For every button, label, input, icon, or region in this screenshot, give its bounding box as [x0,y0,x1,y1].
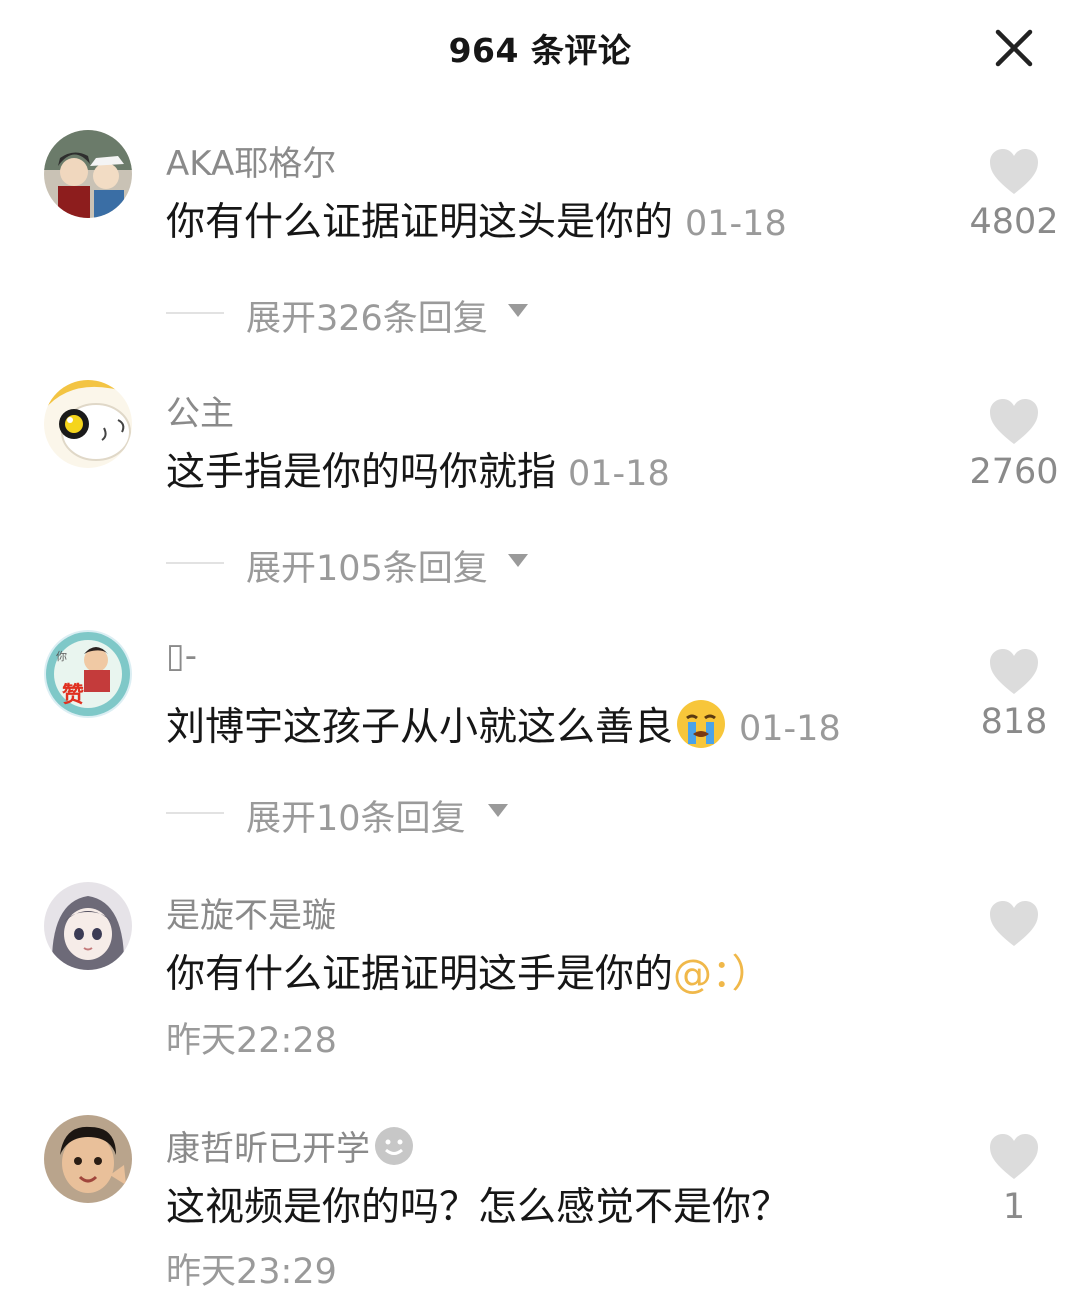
comment-time: 昨天23:29 [166,1252,337,1292]
avatar[interactable] [44,380,132,468]
avatar[interactable] [44,882,132,970]
expand-replies-label: 展开326条回复 [246,299,488,339]
crying-face-emoji-icon [675,698,727,750]
comment-text: 你有什么证据证明这手是你的@：） [166,950,771,1000]
comment-time: 01-18 [739,709,841,749]
comment-body: 你有什么证据证明这手是你的 [166,952,674,997]
username[interactable]: ▯- [166,636,197,676]
caret-down-icon [508,304,528,317]
username[interactable]: 公主 [166,386,234,435]
like-count: 2760 [969,452,1059,492]
comment-time: 01-18 [568,454,670,494]
mention-link[interactable]: @：） [673,952,771,997]
expand-replies-label: 展开105条回复 [246,549,488,589]
avatar[interactable]: 赞 你 [44,630,132,718]
like-button[interactable] [988,398,1040,446]
like-button[interactable] [988,648,1040,696]
heart-icon [990,649,1038,694]
comment-body: 你有什么证据证明这头是你的 [166,200,674,245]
comment-body: 这视频是你的吗？怎么感觉不是你？ [166,1185,791,1230]
close-button[interactable] [990,24,1038,72]
expand-replies-label: 展开10条回复 [246,799,466,839]
divider [166,562,224,564]
comment-time: 昨天22:28 [166,1021,337,1061]
smiling-face-emoji-icon [374,1126,414,1175]
close-icon [995,29,1033,67]
comments-header: 964 条评论 [0,0,1080,100]
comment-body: 刘博宇这孩子从小就这么善良 [166,705,674,750]
heart-icon [990,901,1038,946]
like-button[interactable] [988,1133,1040,1181]
like-count: 818 [980,702,1048,742]
caret-down-icon [508,554,528,567]
avatar[interactable] [44,130,132,218]
like-button[interactable] [988,900,1040,948]
avatar[interactable] [44,1115,132,1203]
username[interactable]: AKA耶格尔 [166,136,336,185]
username[interactable]: 是旋不是璇 [166,888,336,937]
comment-text: 这手指是你的吗你就指 01-18 [166,448,670,499]
username[interactable]: 康哲昕已开学 [166,1121,414,1175]
like-count: 4802 [969,202,1059,242]
comment-text: 刘博宇这孩子从小就这么善良 01-18 [166,698,841,754]
heart-icon [990,1134,1038,1179]
comment-time: 01-18 [685,204,787,244]
comment-count-title: 964 条评论 [448,31,632,70]
comment-text: 你有什么证据证明这头是你的 01-18 [166,198,787,249]
svg-text:你: 你 [56,650,67,663]
heart-icon [990,399,1038,444]
like-button[interactable] [988,148,1040,196]
divider [166,312,224,314]
caret-down-icon [488,804,508,817]
comment-body: 这手指是你的吗你就指 [166,450,557,495]
svg-text:赞: 赞 [61,683,84,708]
heart-icon [990,149,1038,194]
comment-text: 这视频是你的吗？怎么感觉不是你？ [166,1183,790,1233]
divider [166,812,224,814]
username-text: 康哲昕已开学 [166,1129,370,1169]
like-count: 1 [1002,1187,1026,1227]
